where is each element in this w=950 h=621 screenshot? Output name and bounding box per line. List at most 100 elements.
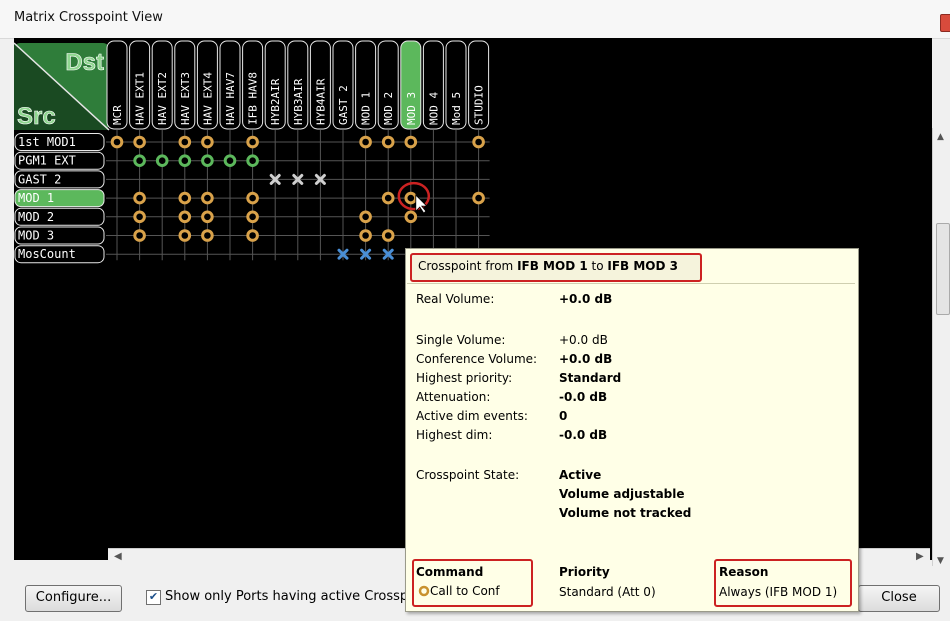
crosspoint-orange[interactable] — [133, 135, 146, 149]
column-header-label: HYB3AIR — [292, 78, 305, 125]
vertical-scroll-thumb[interactable] — [936, 223, 950, 315]
configure-button[interactable]: Configure... — [25, 585, 122, 612]
crosspoint-state-label: Crosspoint State: — [416, 468, 520, 482]
row-header-label: GAST 2 — [18, 172, 61, 186]
crosspoint-orange[interactable] — [381, 229, 395, 242]
orange-crosspoint-icon — [418, 585, 430, 597]
row-header-label: MOD 2 — [18, 210, 54, 224]
highest-dim-label: Highest dim: — [416, 428, 493, 442]
row-header-label: PGM1 EXT — [18, 154, 76, 168]
crosspoint-orange[interactable] — [178, 191, 192, 205]
column-header-label: MOD 1 — [360, 92, 373, 125]
tooltip-title-prefix: Crosspoint from — [418, 259, 518, 273]
row-header-label: MOD 1 — [18, 191, 54, 205]
crosspoint-orange[interactable] — [404, 191, 418, 205]
crosspoint-orange[interactable] — [359, 229, 372, 242]
column-header-label: GAST 2 — [337, 85, 350, 125]
crosspoint-orange[interactable] — [201, 135, 214, 149]
matrix-crosspoint-window: Matrix Crosspoint View Dst Src MCR HAV EXT1… — [0, 0, 950, 621]
single-volume-value: +0.0 dB — [559, 333, 608, 347]
crosspoint-orange[interactable] — [110, 135, 124, 149]
dst-label: Dst — [65, 49, 104, 76]
tooltip-separator — [407, 283, 855, 284]
src-label: Src — [17, 103, 56, 130]
show-only-active-label: Show only Ports having active Crosspoint… — [165, 589, 405, 604]
active-dim-label: Active dim events: — [416, 409, 528, 423]
crosspoint-green[interactable] — [133, 154, 146, 167]
reason-header: Reason — [719, 565, 769, 579]
priority-header: Priority — [559, 565, 610, 579]
crosspoint-orange[interactable] — [133, 210, 146, 224]
command-row: Call to Conf — [418, 584, 500, 598]
crosspoint-green[interactable] — [155, 154, 169, 167]
row-header-label: MosCount — [18, 247, 76, 261]
crosspoint-orange[interactable] — [201, 210, 214, 224]
column-header-label: HAV EXT4 — [201, 72, 214, 125]
row-header-label: 1st MOD1 — [18, 135, 76, 149]
crosspoint-state-adjustable: Volume adjustable — [559, 487, 685, 501]
conference-volume-value: +0.0 dB — [559, 352, 613, 366]
crosspoint-orange[interactable] — [246, 191, 259, 205]
column-header-label: STUDIO — [473, 85, 486, 125]
scroll-up-icon[interactable]: ▲ — [937, 132, 944, 142]
crosspoint-orange[interactable] — [381, 191, 395, 205]
scroll-left-icon[interactable]: ◀ — [114, 551, 122, 562]
priority-value: Standard (Att 0) — [559, 585, 656, 599]
highest-priority-label: Highest priority: — [416, 371, 513, 385]
active-dim-value: 0 — [559, 409, 568, 423]
column-header-label: MCR — [111, 105, 124, 125]
show-only-active-checkbox[interactable]: ✔ — [146, 590, 161, 605]
highest-priority-value: Standard — [559, 371, 622, 385]
crosspoint-orange[interactable] — [404, 210, 418, 224]
column-header-label: HYB2AIR — [269, 78, 282, 125]
crosspoint-state-active: Active — [559, 468, 602, 482]
scroll-right-icon[interactable]: ▶ — [916, 551, 924, 562]
crosspoint-orange[interactable] — [246, 210, 259, 224]
crosspoint-orange[interactable] — [246, 135, 259, 149]
real-volume-label: Real Volume: — [416, 292, 495, 306]
command-header: Command — [416, 565, 484, 579]
crosspoint-orange[interactable] — [201, 229, 214, 242]
crosspoint-orange[interactable] — [359, 135, 372, 149]
command-value: Call to Conf — [430, 584, 500, 598]
crosspoint-orange[interactable] — [201, 191, 214, 205]
crosspoint-orange[interactable] — [133, 229, 146, 242]
crosspoint-green[interactable] — [178, 154, 192, 167]
crosspoint-orange[interactable] — [178, 135, 192, 149]
crosspoint-orange[interactable] — [359, 210, 372, 224]
reason-value: Always (IFB MOD 1) — [719, 585, 838, 599]
crosspoint-orange[interactable] — [472, 135, 485, 149]
crosspoint-orange[interactable] — [404, 135, 418, 149]
crosspoint-orange[interactable] — [246, 229, 259, 242]
attenuation-value: -0.0 dB — [559, 390, 608, 404]
window-title: Matrix Crosspoint View — [14, 10, 163, 25]
tooltip-title-destination: IFB MOD 3 — [607, 259, 678, 273]
scroll-down-icon[interactable]: ▼ — [937, 556, 944, 566]
tooltip-title-mid: to — [587, 259, 608, 273]
column-header-label: HAV HAV7 — [224, 72, 237, 125]
row-header-label: MOD 3 — [18, 229, 54, 243]
crosspoint-green[interactable] — [201, 154, 214, 167]
crosspoint-orange[interactable] — [178, 210, 192, 224]
column-header-label: MOD 3 — [405, 92, 418, 125]
column-header-label: HAV EXT1 — [134, 72, 147, 125]
vertical-scrollbar[interactable]: ▲ ▼ — [932, 128, 950, 573]
real-volume-value: +0.0 dB — [559, 292, 613, 306]
column-header-label: IFB HAV8 — [247, 72, 260, 125]
column-header-label: Mod 5 — [450, 92, 463, 125]
column-header-label: MOD 4 — [427, 92, 440, 125]
column-header-label: HAV EXT3 — [179, 72, 192, 125]
crosspoint-orange[interactable] — [178, 229, 192, 242]
close-button[interactable]: Close — [858, 585, 940, 612]
crosspoint-green[interactable] — [246, 154, 259, 167]
crosspoint-orange[interactable] — [472, 191, 485, 205]
crosspoint-orange[interactable] — [381, 135, 395, 149]
tooltip-title-highlight: Crosspoint from IFB MOD 1 to IFB MOD 3 — [410, 253, 702, 282]
crosspoint-green[interactable] — [223, 154, 237, 167]
attenuation-label: Attenuation: — [416, 390, 491, 404]
crosspoint-orange[interactable] — [133, 191, 146, 205]
column-header-label: HAV EXT2 — [156, 72, 169, 125]
close-window-icon[interactable] — [940, 14, 950, 32]
crosspoint-state-tracked: Volume not tracked — [559, 506, 692, 520]
column-header-label: HYB4AIR — [314, 78, 327, 125]
